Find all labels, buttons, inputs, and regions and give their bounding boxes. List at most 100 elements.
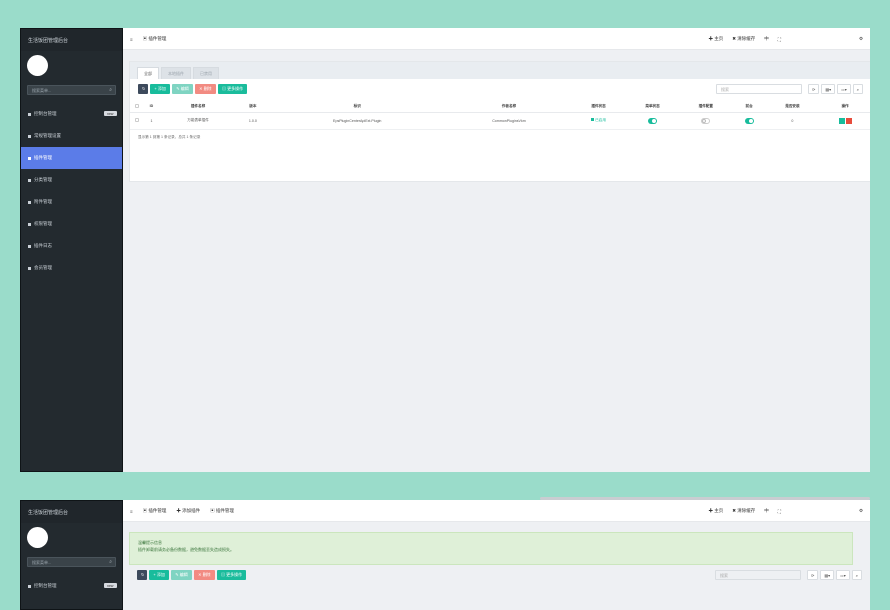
row-name: 万能表单插件: [158, 112, 239, 130]
row-version: 1.0.0: [238, 112, 268, 130]
table-row[interactable]: 1 万能表单插件 1.0.0 EpsPluginCenterApiExt.Plu…: [130, 112, 870, 130]
avatar[interactable]: [27, 55, 48, 76]
brand-title-2: 生活饭团管理后台: [21, 501, 122, 523]
tab-local[interactable]: 本地插件: [161, 67, 191, 79]
plugin-table: ID 插件名称 版本 标识 作者名称 插件状态 菜单状态 插件配置 前台 是否安…: [130, 101, 870, 130]
menu-toggle-icon[interactable]: ≡: [130, 37, 133, 42]
more-button[interactable]: ▤ 更多操作: [217, 84, 248, 94]
row-delete-icon[interactable]: [845, 117, 852, 124]
sidebar-item-member[interactable]: 会员管理: [21, 257, 122, 279]
col-config[interactable]: 插件配置: [679, 101, 733, 113]
dashboard-icon: [28, 112, 31, 116]
topbar-2: ≡ ▣ 插件管理 ✚ 添加插件 ▣ 插件管理 ✚ 主页 ✖ 清除缓存 中 ⛶ ⚙: [123, 500, 870, 522]
col-status[interactable]: 插件状态: [571, 101, 626, 113]
advanced-search-icon[interactable]: ⌕: [852, 84, 863, 94]
refresh-button[interactable]: ↻: [137, 570, 147, 580]
fullscreen-icon[interactable]: ⛶: [778, 37, 781, 42]
sidebar-search-placeholder: 搜索菜单...: [32, 88, 52, 93]
table-search-input[interactable]: 搜索: [716, 84, 802, 94]
search-icon[interactable]: ⌕: [109, 559, 112, 565]
export-dropdown[interactable]: ▦▾: [820, 570, 835, 580]
sidebar-item-dashboard[interactable]: 控制台管理 new: [21, 103, 122, 125]
delete-label: 删除: [202, 572, 211, 577]
col-menu[interactable]: 菜单状态: [625, 101, 680, 113]
row-edit-icon[interactable]: [838, 117, 845, 124]
edit-button[interactable]: ✎ 编辑: [171, 570, 192, 580]
status-label: 已启用: [595, 118, 606, 122]
sidebar-item-label: 插件日志: [34, 243, 52, 248]
col-id[interactable]: ID: [144, 101, 159, 113]
sidebar-search-input[interactable]: 搜索菜单... ⌕: [27, 85, 116, 95]
col-name[interactable]: 插件名称: [158, 101, 239, 113]
delete-label: 删除: [203, 86, 212, 91]
col-installed[interactable]: 是否安装: [765, 101, 820, 113]
sidebar-item-label: 会员管理: [34, 265, 52, 270]
brand-title: 生活饭团管理后台: [21, 29, 122, 51]
menu-toggle-icon[interactable]: ≡: [130, 509, 133, 514]
add-button[interactable]: + 添加: [150, 84, 170, 94]
col-actions: 操作: [819, 101, 870, 113]
breadcrumb[interactable]: ▣ 插件管理: [143, 36, 167, 42]
search-icon[interactable]: ⌕: [109, 87, 112, 93]
sidebar-item-label: 分类管理: [34, 177, 52, 182]
col-version[interactable]: 版本: [238, 101, 268, 113]
sidebar-item-attachment[interactable]: 附件管理: [21, 191, 122, 213]
home-link[interactable]: ✚ 主页: [709, 508, 724, 514]
columns-dropdown[interactable]: ⚏▾: [837, 84, 851, 94]
table-search-input[interactable]: 搜索: [715, 570, 801, 580]
tab-bar: 全部 本地插件 已禁用: [130, 62, 870, 79]
sidebar-item-label: 权限管理: [34, 221, 52, 226]
add-button[interactable]: + 添加: [149, 570, 169, 580]
export-dropdown[interactable]: ▦▾: [821, 84, 836, 94]
sidebar-item-category[interactable]: 分类管理: [21, 169, 122, 191]
select-all-checkbox[interactable]: [135, 103, 140, 108]
refresh-button[interactable]: ↻: [138, 84, 148, 94]
breadcrumb-label: 插件管理: [148, 508, 167, 513]
col-ident[interactable]: 标识: [267, 101, 447, 113]
sidebar-search-input-2[interactable]: 搜索菜单... ⌕: [27, 557, 116, 567]
sidebar-item-dashboard-2[interactable]: 控制台管理 new: [21, 575, 122, 597]
home-link[interactable]: ✚ 主页: [709, 36, 724, 42]
settings-icon[interactable]: ⚙: [859, 36, 863, 42]
pagination-info: 显示第 1 到第 1 条记录，总共 1 条记录: [138, 134, 201, 139]
refresh-table-icon[interactable]: ⟳: [808, 84, 820, 94]
sidebar-item-log[interactable]: 插件日志: [21, 235, 122, 257]
front-toggle[interactable]: [744, 117, 754, 124]
sidebar-item-plugins[interactable]: 插件管理: [21, 147, 122, 169]
sidebar-item-permission[interactable]: 权限管理: [21, 213, 122, 235]
language-toggle[interactable]: 中: [764, 508, 769, 514]
sidebar-item-general[interactable]: 常规管理设置: [21, 125, 122, 147]
clear-cache-button[interactable]: ✖ 清除缓存: [732, 36, 755, 42]
toolbar-2: ↻ + 添加 ✎ 编辑 ✕ 删除 ▤ 更多操作 搜索 ⟳ ▦▾ ⚏▾ ⌕: [123, 565, 870, 587]
clear-cache-button[interactable]: ✖ 清除缓存: [732, 508, 755, 514]
sidebar: 生活饭团管理后台 搜索菜单... ⌕ 控制台管理 new 常规管理设置 插件管理 …: [20, 28, 123, 472]
delete-button[interactable]: ✕ 删除: [194, 570, 215, 580]
topbar: ≡ ▣ 插件管理 ✚ 主页 ✖ 清除缓存 中 ⛶ ⚙: [123, 28, 870, 50]
tab-disabled[interactable]: 已禁用: [193, 67, 219, 79]
edit-button[interactable]: ✎ 编辑: [172, 84, 193, 94]
tab-all[interactable]: 全部: [137, 67, 159, 79]
breadcrumb-tab-2[interactable]: ✚ 添加插件: [176, 508, 200, 514]
row-id: 1: [144, 112, 159, 130]
breadcrumb-tab-1[interactable]: ▣ 插件管理: [143, 508, 167, 514]
avatar-2[interactable]: [27, 527, 48, 548]
delete-button[interactable]: ✕ 删除: [195, 84, 216, 94]
sidebar-item-label: 常规管理设置: [34, 133, 61, 138]
add-label: 添加: [157, 86, 166, 91]
col-author[interactable]: 作者名称: [446, 101, 572, 113]
new-badge: new: [104, 111, 117, 116]
toolbar: ↻ + 添加 ✎ 编辑 ✕ 删除 ▤ 更多操作 搜索 ⟳ ▦▾ ⚏▾ ⌕: [130, 79, 870, 101]
menu-status-toggle[interactable]: [648, 117, 658, 124]
fullscreen-icon[interactable]: ⛶: [778, 509, 781, 514]
language-toggle[interactable]: 中: [764, 36, 769, 42]
settings-icon[interactable]: ⚙: [859, 508, 863, 514]
config-toggle[interactable]: [701, 117, 711, 124]
columns-dropdown[interactable]: ⚏▾: [836, 570, 850, 580]
sidebar-item-label: 控制台管理: [34, 583, 57, 588]
row-checkbox[interactable]: [135, 118, 140, 122]
more-button[interactable]: ▤ 更多操作: [216, 570, 247, 580]
refresh-table-icon[interactable]: ⟳: [807, 570, 819, 580]
breadcrumb-tab-3[interactable]: ▣ 插件管理: [210, 508, 234, 514]
advanced-search-icon[interactable]: ⌕: [851, 570, 862, 580]
col-front[interactable]: 前台: [732, 101, 766, 113]
